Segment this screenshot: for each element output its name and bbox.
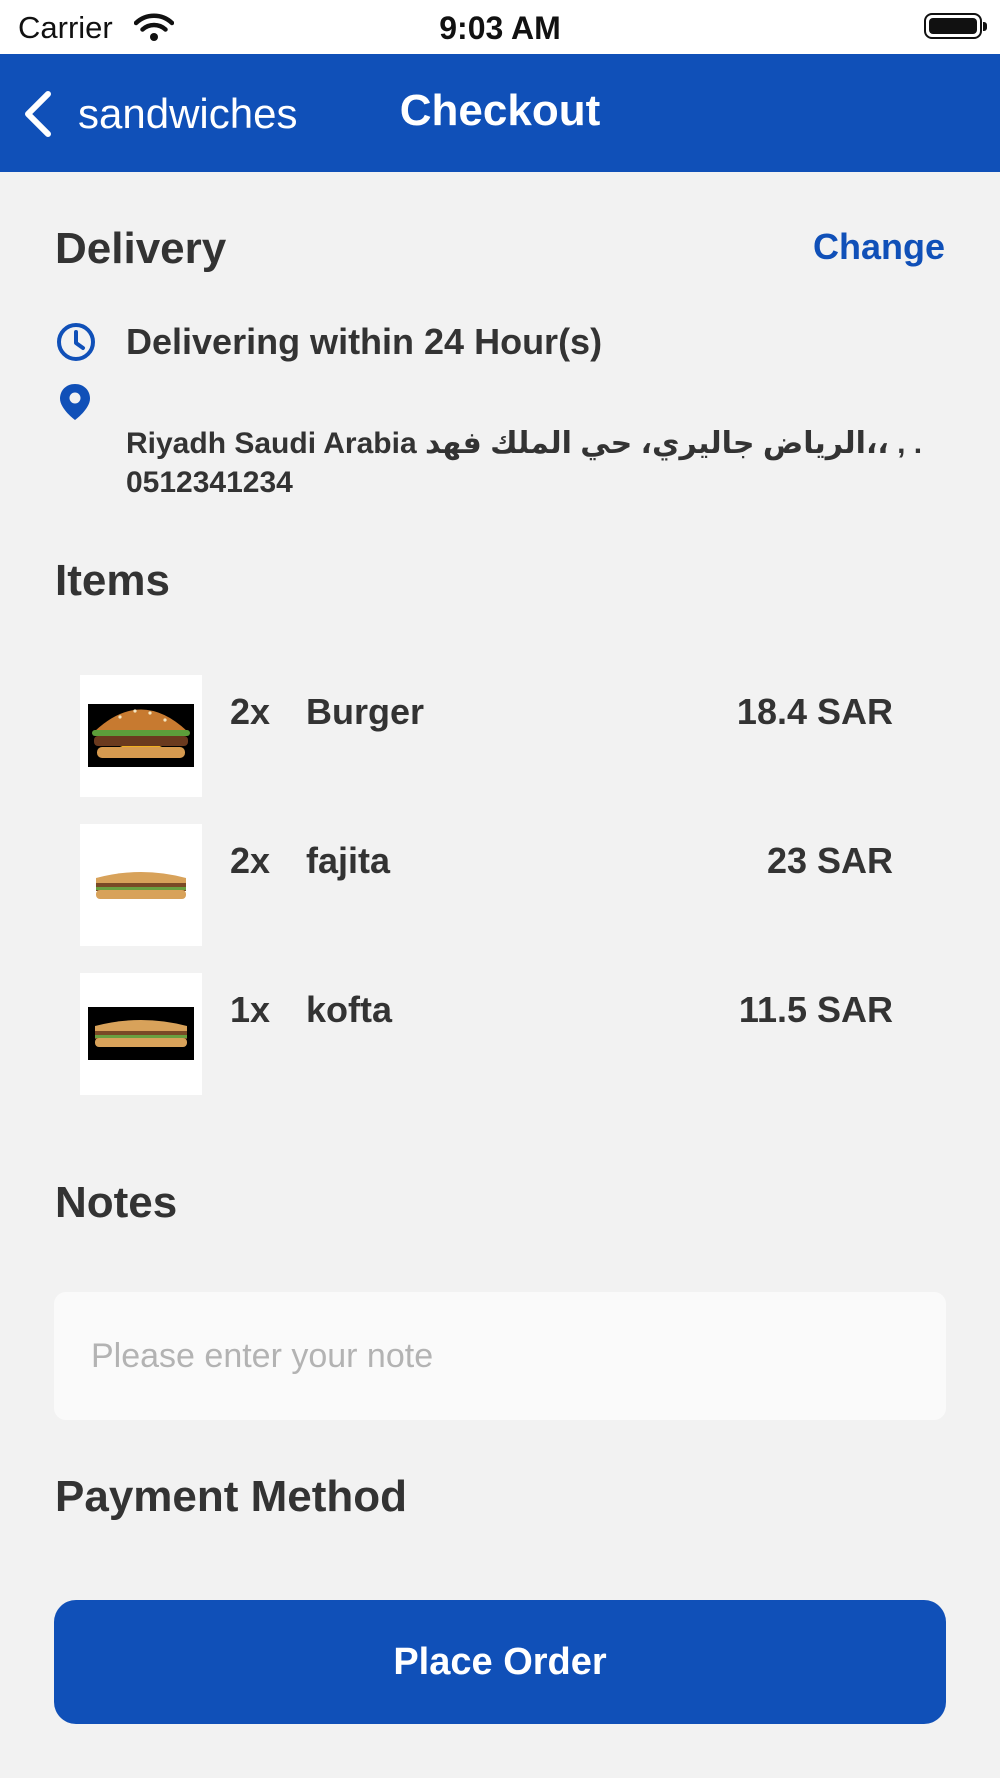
delivery-time-row: Delivering within 24 Hour(s) (55, 321, 602, 363)
status-time: 9:03 AM (439, 10, 561, 46)
list-item: 1x kofta 11.5 SAR (80, 973, 893, 1095)
item-name: fajita (306, 840, 391, 881)
list-item: 2x Burger 18.4 SAR (80, 675, 893, 797)
nav-bar: sandwiches Checkout (0, 54, 1000, 172)
delivery-address: Riyadh Saudi Arabia الرياض جاليري، حي ال… (126, 424, 956, 502)
location-pin-icon (60, 384, 90, 420)
list-item: 2x fajita 23 SAR (80, 824, 893, 946)
kofta-image (80, 973, 202, 1095)
item-quantity: 2x (230, 691, 271, 732)
phone-number: 0512341234 (126, 466, 293, 499)
item-price: 23 SAR (766, 840, 893, 881)
items-title: Items (55, 556, 170, 605)
notes-title: Notes (55, 1178, 178, 1227)
item-price: 18.4 SAR (736, 691, 893, 732)
status-bar: Carrier 9:03 AM (0, 0, 1000, 54)
notes-input[interactable] (54, 1292, 946, 1420)
delivery-time-text: Delivering within 24 Hour(s) (126, 321, 603, 362)
battery-icon (924, 13, 987, 39)
fajita-image (80, 824, 202, 946)
change-delivery-link[interactable]: Change (813, 226, 945, 268)
item-name: Burger (306, 691, 425, 732)
item-quantity: 2x (230, 840, 271, 881)
item-quantity: 1x (230, 989, 271, 1030)
place-order-button[interactable]: Place Order (54, 1600, 946, 1724)
payment-method-title: Payment Method (55, 1472, 408, 1521)
item-price: 11.5 SAR (738, 989, 893, 1030)
address-line: Riyadh Saudi Arabia الرياض جاليري، حي ال… (126, 427, 923, 460)
burger-image (80, 675, 202, 797)
clock-icon (57, 323, 95, 361)
page-title: Checkout (399, 86, 601, 135)
item-name: kofta (306, 989, 393, 1030)
delivery-title: Delivery (55, 224, 227, 273)
